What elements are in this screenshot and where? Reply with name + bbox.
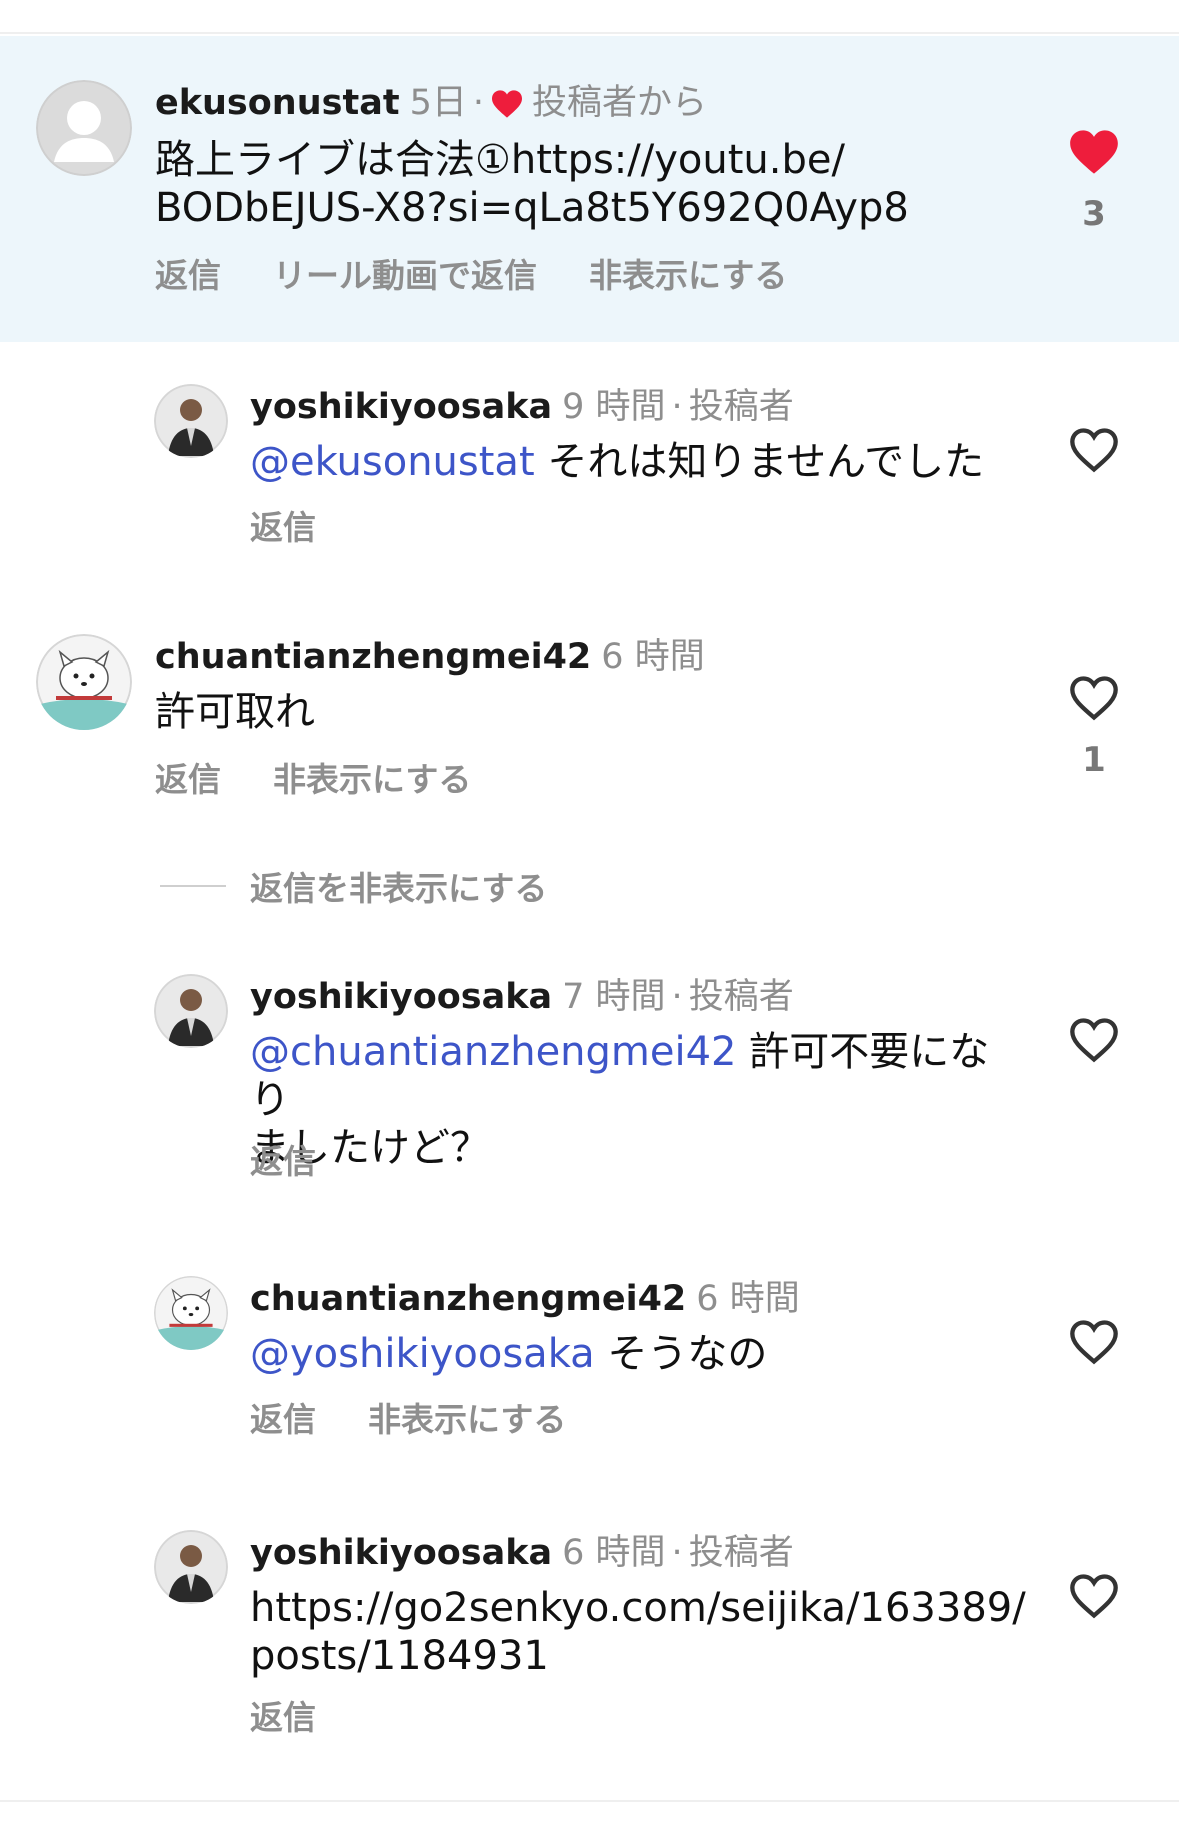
reply-yoshikiyoosaka: yoshikiyoosaka 9 時間 · 投稿者 @ekusonustat それは知… (0, 370, 1179, 570)
default-avatar-icon (36, 80, 132, 176)
bottom-divider (0, 1800, 1179, 1802)
avatar-yoshikiyoosaka[interactable] (154, 1530, 228, 1604)
heart-outline-icon[interactable] (1068, 1016, 1120, 1064)
comment-body: 許可取れ (155, 689, 315, 735)
comment-text: https://go2senkyo.com/seijika/163389/ po… (250, 1584, 1040, 1680)
comment-ekusonustat: ekusonustat 5日 · 投稿者から 路上ライブは合法①https://you… (0, 36, 1179, 342)
comment-text: 路上ライブは合法①https://youtu.be/ BODbEJUS-X8?s… (155, 136, 955, 232)
reply-button[interactable]: 返信 (250, 508, 316, 547)
username[interactable]: chuantianzhengmei42 (250, 1279, 686, 1319)
dog-avatar-icon (36, 634, 132, 730)
like-control (1064, 1318, 1124, 1366)
person-photo-icon (154, 974, 228, 1048)
reply-yoshikiyoosaka: yoshikiyoosaka 7 時間 · 投稿者 @chuantianzhengme… (0, 960, 1179, 1200)
comment-chuantianzhengmei42: chuantianzhengmei42 6 時間 許可取れ 返信 非表示にする 1 (0, 630, 1179, 830)
reel-reply-button[interactable]: リール動画で返信 (273, 256, 537, 295)
reply-yoshikiyoosaka: yoshikiyoosaka 6 時間 · 投稿者 https://go2senkyo… (0, 1516, 1179, 1766)
comment-text: 許可取れ (155, 688, 915, 736)
separator: · (671, 977, 683, 1017)
avatar-chuantianzhengmei42[interactable] (36, 634, 132, 730)
timestamp: 7 時間 (562, 977, 666, 1017)
hide-replies-label[interactable]: 返信を非表示にする (250, 869, 547, 908)
comment-actions: 返信 (250, 1142, 368, 1182)
avatar-yoshikiyoosaka[interactable] (154, 974, 228, 1048)
comment-text-line: 路上ライブは合法①https://youtu.be/ (155, 137, 845, 183)
comment-meta: yoshikiyoosaka 9 時間 · 投稿者 (250, 386, 794, 428)
hide-button[interactable]: 非表示にする (368, 1400, 566, 1439)
divider-line (160, 885, 226, 887)
comment-body: それは知りませんでした (547, 439, 985, 485)
separator: · (671, 1533, 683, 1573)
mention-link[interactable]: @ekusonustat (250, 439, 535, 485)
reply-button[interactable]: 返信 (155, 760, 221, 799)
comment-text: @ekusonustat それは知りませんでした (250, 438, 1010, 486)
separator: · (472, 83, 484, 123)
mention-link[interactable]: @chuantianzhengmei42 (250, 1029, 737, 1075)
timestamp: 6 時間 (696, 1279, 800, 1319)
comment-actions: 返信 リール動画で返信 非表示にする (155, 256, 839, 296)
comment-link[interactable]: https://go2senkyo.com/seijika/163389/ (250, 1584, 1040, 1632)
from-author-label: 投稿者から (531, 83, 707, 123)
reply-button[interactable]: 返信 (155, 256, 221, 295)
avatar-chuantianzhengmei42[interactable] (154, 1276, 228, 1350)
like-control: 1 (1064, 674, 1124, 780)
comment-meta: yoshikiyoosaka 7 時間 · 投稿者 (250, 976, 794, 1018)
comment-actions: 返信 (250, 508, 368, 548)
heart-outline-icon[interactable] (1068, 1572, 1120, 1620)
like-count: 3 (1082, 194, 1106, 234)
timestamp: 6 時間 (562, 1533, 666, 1573)
comment-text: @yoshikiyoosaka そうなの (250, 1330, 1010, 1378)
reply-button[interactable]: 返信 (250, 1400, 316, 1439)
reply-chuantianzhengmei42: chuantianzhengmei42 6 時間 @yoshikiyoosaka … (0, 1262, 1179, 1462)
comment-actions: 返信 非表示にする (250, 1400, 618, 1440)
reply-button[interactable]: 返信 (250, 1142, 316, 1181)
comment-meta: chuantianzhengmei42 6 時間 (155, 636, 705, 678)
comment-meta: ekusonustat 5日 · 投稿者から (155, 82, 707, 124)
like-control (1064, 1016, 1124, 1064)
heart-outline-icon[interactable] (1068, 426, 1120, 474)
separator: · (671, 387, 683, 427)
avatar-default[interactable] (36, 80, 132, 176)
heart-outline-icon[interactable] (1068, 1318, 1120, 1366)
comment-meta: chuantianzhengmei42 6 時間 (250, 1278, 800, 1320)
author-badge: 投稿者 (688, 387, 794, 427)
comment-link[interactable]: posts/1184931 (250, 1632, 1040, 1680)
comment-meta: yoshikiyoosaka 6 時間 · 投稿者 (250, 1532, 794, 1574)
timestamp: 6 時間 (601, 637, 705, 677)
hide-button[interactable]: 非表示にする (589, 256, 787, 295)
avatar-yoshikiyoosaka[interactable] (154, 384, 228, 458)
mention-link[interactable]: @yoshikiyoosaka (250, 1331, 595, 1377)
username[interactable]: ekusonustat (155, 83, 400, 123)
comment-actions: 返信 (250, 1698, 368, 1738)
username[interactable]: chuantianzhengmei42 (155, 637, 591, 677)
dog-avatar-icon (154, 1276, 228, 1350)
timestamp: 5日 (409, 83, 467, 123)
heart-filled-icon (491, 90, 522, 118)
author-badge: 投稿者 (688, 977, 794, 1017)
like-control: 3 (1064, 128, 1124, 234)
person-photo-icon (154, 1530, 228, 1604)
comment-actions: 返信 非表示にする (155, 760, 523, 800)
like-control (1064, 426, 1124, 474)
comment-body: そうなの (607, 1331, 768, 1377)
person-photo-icon (154, 384, 228, 458)
username[interactable]: yoshikiyoosaka (250, 977, 552, 1017)
heart-outline-icon[interactable] (1068, 674, 1120, 722)
reply-button[interactable]: 返信 (250, 1698, 316, 1737)
comment-text-line: BODbEJUS-X8?si=qLa8t5Y692Q0Ayp8 (155, 185, 909, 231)
like-count: 1 (1082, 740, 1106, 780)
author-badge: 投稿者 (688, 1533, 794, 1573)
heart-filled-icon[interactable] (1068, 128, 1120, 176)
hide-button[interactable]: 非表示にする (273, 760, 471, 799)
top-divider (0, 32, 1179, 34)
hide-replies-toggle[interactable]: 返信を非表示にする (160, 862, 547, 910)
timestamp: 9 時間 (562, 387, 666, 427)
like-control (1064, 1572, 1124, 1620)
username[interactable]: yoshikiyoosaka (250, 387, 552, 427)
username[interactable]: yoshikiyoosaka (250, 1533, 552, 1573)
